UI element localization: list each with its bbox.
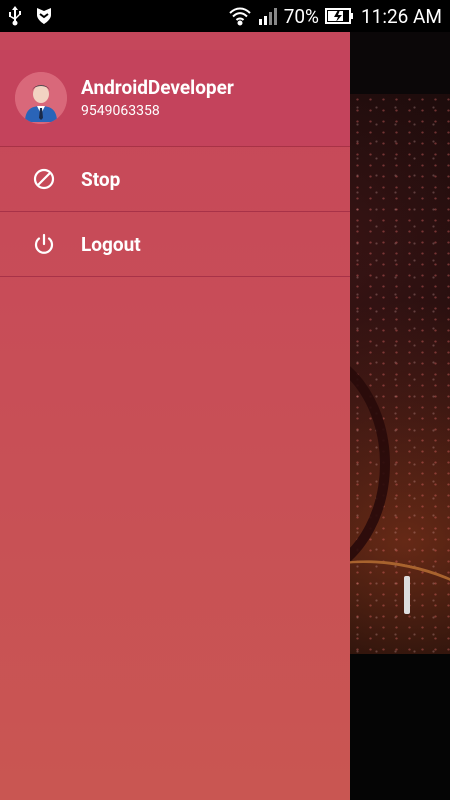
drawer-header: AndroidDeveloper 9549063358 [0, 50, 350, 147]
navigation-drawer[interactable]: AndroidDeveloper 9549063358 Stop Logout [0, 32, 350, 800]
wifi-icon [228, 6, 252, 26]
battery-percent: 70% [283, 4, 319, 28]
power-icon [30, 230, 58, 258]
status-left [8, 6, 52, 26]
status-bar: 70% 11:26 AM [0, 0, 450, 32]
usb-icon [8, 6, 22, 26]
status-right: 70% 11:26 AM [228, 5, 442, 28]
shield-icon [36, 7, 52, 25]
menu-item-stop[interactable]: Stop [0, 147, 350, 212]
signal-icon [258, 6, 278, 26]
user-info: AndroidDeveloper 9549063358 [81, 76, 234, 121]
battery-icon [324, 7, 355, 25]
menu-item-logout[interactable]: Logout [0, 212, 350, 277]
user-name: AndroidDeveloper [81, 75, 234, 99]
menu-item-label: Stop [81, 167, 121, 191]
menu-item-label: Logout [81, 232, 141, 256]
user-avatar-icon[interactable] [15, 72, 67, 124]
stop-icon [30, 165, 58, 193]
user-phone: 9549063358 [81, 102, 160, 119]
clock: 11:26 AM [360, 4, 442, 28]
drawer-top-band [0, 32, 350, 50]
